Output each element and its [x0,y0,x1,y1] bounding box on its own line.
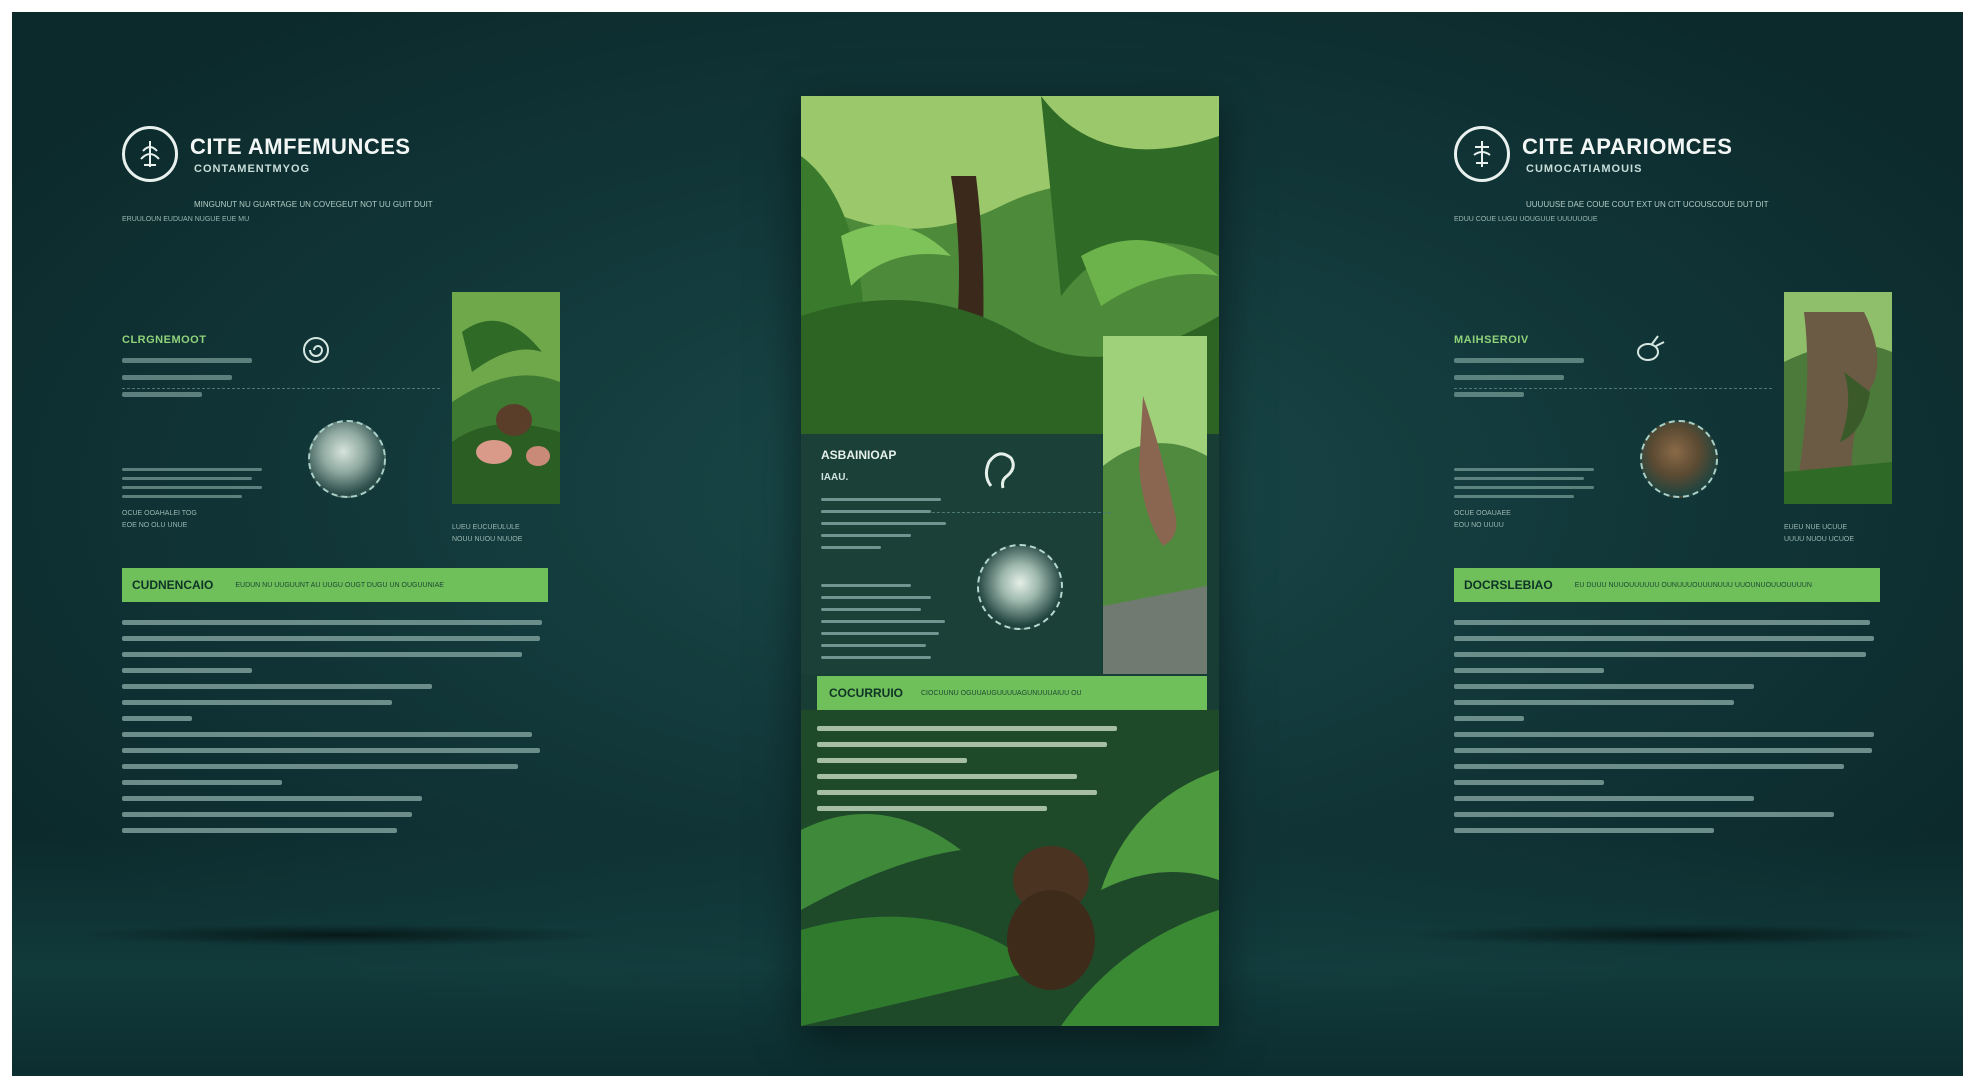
panel-subtitle: CONTAMENTMYOG [194,163,311,175]
panel-title: CITE AMFEMUNCES [190,134,411,159]
center-section-subtitle: IAAU. [821,472,849,483]
body-text-block [1454,620,1880,844]
banner-subtitle: CIOCUUNU OGUUAUGUUUUAGUNUUUAIUU OU [921,689,1082,697]
creature-icon [1637,335,1665,361]
panel-tagline-secondary: EDUU COUE LUGU UOUGUUE UUUUUOUE [1454,216,1598,223]
badge-caption: OCUE OOAHALEI TOG EOE NO OLU UNUE [122,510,197,529]
banner-title: DOCRSLEBIAO [1464,578,1553,592]
presentation-stage: CITE AMFEMUNCES CONTAMENTMYOG MINGUNUT N… [12,12,1963,1076]
left-panel-shadow [72,924,612,946]
ear-icon [984,452,1015,489]
section-banner: DOCRSLEBIAO EU DUUU NUUOUUUUUU OUNUUUOUU… [1454,568,1880,602]
panel-tagline: MINGUNUT NU GUARTAGE UN COVEGEUT NOT UU … [194,200,433,209]
divider [122,388,440,389]
banner-title: CUDNENCAIO [132,578,214,592]
round-photo-badge [308,420,386,498]
banner-subtitle: EU DUUU NUUOUUUUUU OUNUUUOUUUNUUU UUOUNU… [1574,581,1812,589]
snail-icon [303,337,329,363]
emblem-icon [1454,126,1510,182]
center-brochure-panel: ASBAINIOAP IAAU. COCURRUIO CIOCUUNU OGUU… [801,96,1219,1026]
round-photo-badge [1640,420,1718,498]
center-info-section: ASBAINIOAP IAAU. [801,434,1111,674]
info-text-block [122,358,272,409]
badge-text-block [122,468,262,504]
center-text-block [821,498,951,558]
body-text-block [122,620,548,844]
divider [1454,388,1772,389]
panel-tagline-secondary: ERUULOUN EUDUAN NUGUE EUE MU [122,216,250,223]
section-heading: MAIHSEROIV [1454,334,1529,346]
center-body-text [817,726,1117,822]
emblem-icon [122,126,178,182]
section-banner: CUDNENCAIO EUDUN NU UUGUUNT AU UUGU OUGT… [122,568,548,602]
banner-subtitle: EUDUN NU UUGUUNT AU UUGU OUGT DUGU UN OU… [235,581,444,589]
tree-trunk-photo [1784,292,1892,504]
photo-caption: LUEU EUCUEULULE NOUU NUOU NUUOE [452,524,523,543]
photo-caption: EUEU NUE UCUUE UUUU NUOU UCUOE [1784,524,1854,543]
banner-title: COCURRUIO [829,686,903,700]
section-heading: CLRGNEMOOT [122,334,207,346]
badge-caption: OCUE OOAUAEE EOU NO UUUU [1454,510,1511,529]
right-brochure-panel: CITE APARIOMCES CUMOCATIAMOUIS UUUUUSE D… [1454,120,1892,880]
panel-subtitle: CUMOCATIAMOUIS [1526,163,1643,175]
badge-text-block [1454,468,1594,504]
center-text-block-secondary [821,584,951,668]
info-text-block [1454,358,1604,409]
rainforest-photo [452,292,560,504]
center-section-banner: COCURRUIO CIOCUUNU OGUUAUGUUUUAGUNUUUAIU… [817,676,1207,710]
monkey-photo [1103,336,1207,674]
panel-tagline: UUUUUSE DAE COUE COUT EXT UN CIT UCOUSCO… [1526,200,1769,209]
panel-title: CITE APARIOMCES [1522,134,1733,159]
center-section-title: ASBAINIOAP [821,448,897,462]
round-photo-badge [977,544,1063,630]
right-panel-shadow [1402,924,1942,946]
left-brochure-panel: CITE AMFEMUNCES CONTAMENTMYOG MINGUNUT N… [122,120,560,880]
